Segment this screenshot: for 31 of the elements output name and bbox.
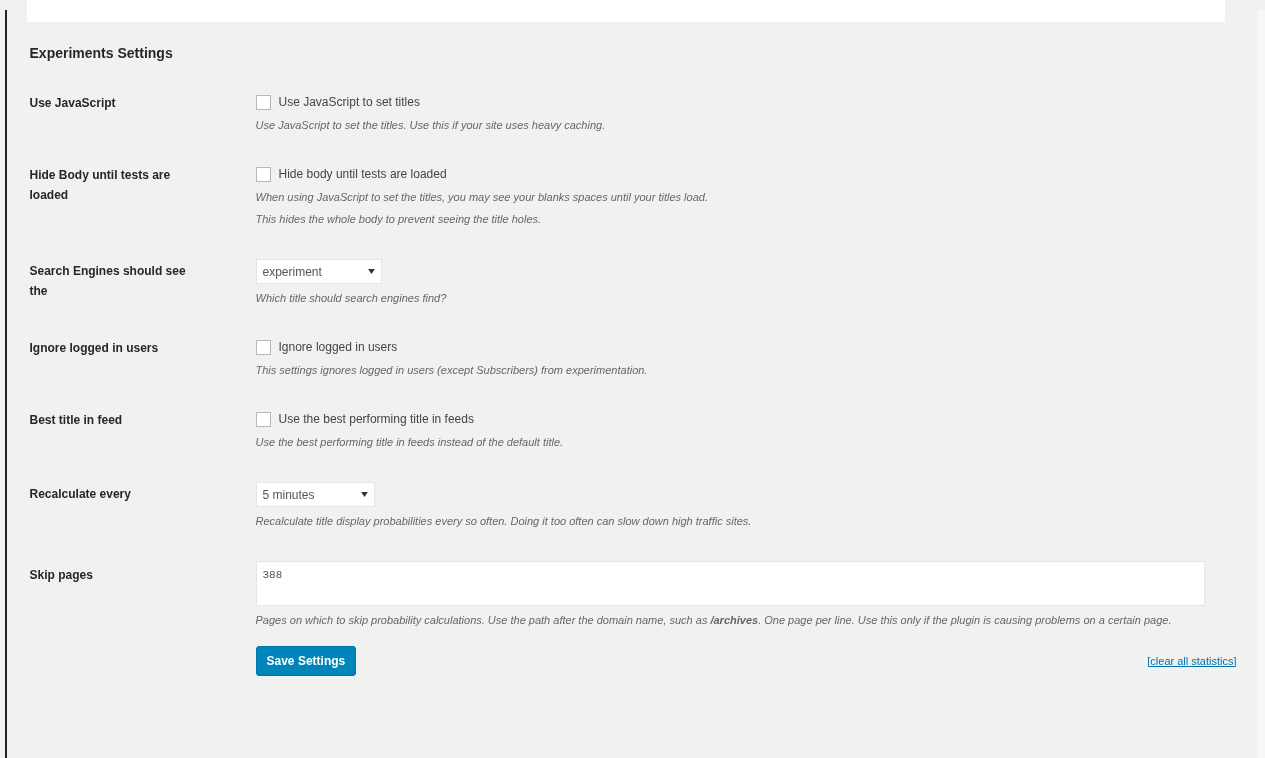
- dropdown[interactable]: 5 minutes: [255, 482, 375, 507]
- field-label: Skip pages: [29, 567, 94, 584]
- dropdown[interactable]: experiment: [255, 259, 382, 284]
- checkbox[interactable]: [255, 94, 271, 110]
- field-description: Which title should search engines find?: [255, 291, 447, 306]
- field-description: Recalculate title display probabilities every so often. Doing it too often can slow down high traffic sites.: [255, 514, 752, 529]
- checkbox-label: Hide body until tests are loaded: [278, 166, 447, 183]
- field-description: This hides the whole body to prevent seeing the title holes.: [255, 212, 543, 227]
- clear-statistics-link[interactable]: [clear all statistics]: [1147, 652, 1237, 670]
- checkbox-label: Use JavaScript to set titles: [278, 94, 420, 111]
- text-area[interactable]: 388: [255, 561, 1205, 606]
- caret-icon: [367, 269, 375, 274]
- save-button[interactable]: Save Settings: [255, 646, 357, 676]
- checkbox[interactable]: [255, 339, 271, 355]
- caret-icon: [360, 492, 368, 497]
- field-description: Use JavaScript to set the titles. Use this if your site uses heavy caching.: [255, 118, 606, 133]
- checkbox-label: Use the best performing title in feeds: [278, 411, 474, 428]
- field-label: Hide Body until tests are loaded: [29, 167, 172, 204]
- section-title: Experiments Settings: [29, 44, 174, 63]
- field-label: Recalculate every: [29, 486, 132, 503]
- field-description: This settings ignores logged in users (except Subscribers) from experimentation.: [255, 363, 648, 378]
- checkbox-label: Ignore logged in users: [278, 339, 398, 356]
- checkbox[interactable]: [255, 166, 271, 182]
- field-label: Best title in feed: [29, 412, 124, 429]
- field-label: Use JavaScript: [29, 95, 117, 112]
- field-description: Pages on which to skip probability calculations. Use the path after the domain name, such as /archives. One page per line. Use this only if the plugin is causing problems on a certain page.: [255, 613, 1173, 628]
- field-label: Search Engines should see the: [29, 263, 187, 300]
- field-label: Ignore logged in users: [29, 340, 160, 357]
- field-description: Use the best performing title in feeds instead of the default title.: [255, 435, 564, 450]
- checkbox[interactable]: [255, 411, 271, 427]
- field-description: When using JavaScript to set the titles, you may see your blanks spaces until your titles load.: [255, 190, 708, 205]
